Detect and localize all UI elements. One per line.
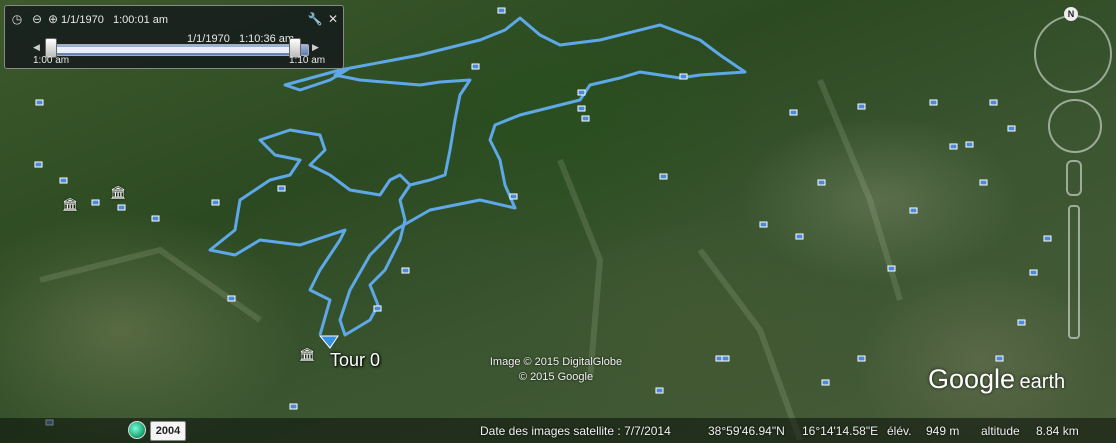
- copyright-line-1: Image © 2015 DigitalGlobe: [489, 356, 623, 368]
- poi-marker[interactable]: [471, 63, 480, 70]
- poi-marker[interactable]: [949, 143, 958, 150]
- time-slider-track[interactable]: [45, 44, 309, 56]
- poi-marker[interactable]: [817, 179, 826, 186]
- poi-marker[interactable]: [965, 141, 974, 148]
- poi-marker[interactable]: [581, 115, 590, 122]
- museum-icon[interactable]: 🏛: [62, 197, 79, 213]
- time-slider-panel: ◷ ⊖ ⊕ 1/1/1970 1:00:01 am 🔧 ✕ 1/1/1970 1…: [4, 5, 344, 69]
- poi-marker[interactable]: [995, 355, 1004, 362]
- poi-marker[interactable]: [91, 199, 100, 206]
- poi-marker[interactable]: [929, 99, 938, 106]
- poi-marker[interactable]: [659, 173, 668, 180]
- poi-marker[interactable]: [1029, 269, 1038, 276]
- poi-marker[interactable]: [909, 207, 918, 214]
- poi-marker[interactable]: [277, 185, 286, 192]
- poi-marker[interactable]: [117, 204, 126, 211]
- poi-marker[interactable]: [655, 387, 664, 394]
- poi-marker[interactable]: [35, 99, 44, 106]
- elevation-label: élév.: [887, 424, 912, 438]
- zoom-in-icon[interactable]: ⊕: [45, 11, 61, 27]
- poi-marker[interactable]: [373, 305, 382, 312]
- range-start-label: 1:00 am: [33, 55, 70, 66]
- tour-marker-icon[interactable]: [318, 335, 339, 349]
- range-end-label: 1:10 am: [289, 55, 326, 66]
- time-start-display: 1/1/1970 1:00:01 am: [61, 14, 168, 26]
- time-slider-fill: [54, 47, 300, 53]
- poi-marker[interactable]: [1043, 235, 1052, 242]
- north-indicator[interactable]: N: [1064, 7, 1078, 21]
- poi-marker[interactable]: [211, 199, 220, 206]
- poi-marker[interactable]: [679, 73, 688, 80]
- zoom-out-icon[interactable]: ⊖: [29, 11, 45, 27]
- terrain-ridges: [39, 78, 903, 442]
- poi-marker[interactable]: [34, 161, 43, 168]
- copyright-line-2: © 2015 Google: [518, 371, 594, 383]
- google-earth-logo: Google earth: [928, 364, 1065, 395]
- poi-marker[interactable]: [577, 89, 586, 96]
- clock-icon[interactable]: ◷: [9, 11, 25, 27]
- start-date: 1/1/1970: [61, 14, 104, 26]
- museum-icon[interactable]: 🏛: [299, 347, 316, 363]
- poi-marker[interactable]: [989, 99, 998, 106]
- imagery-copyright: Image © 2015 DigitalGlobe © 2015 Google: [466, 355, 646, 385]
- poi-marker[interactable]: [789, 109, 798, 116]
- poi-marker[interactable]: [59, 177, 68, 184]
- poi-marker[interactable]: [1017, 319, 1026, 326]
- latitude-readout: 38°59'46.94"N: [708, 424, 785, 438]
- elevation-value: 949 m: [926, 424, 960, 438]
- look-joystick[interactable]: [1034, 15, 1112, 93]
- step-back-icon[interactable]: ◀: [33, 42, 40, 53]
- museum-icon[interactable]: 🏛: [110, 185, 127, 201]
- poi-marker[interactable]: [509, 193, 518, 200]
- historical-year-badge[interactable]: 2004: [150, 421, 186, 441]
- poi-marker[interactable]: [721, 355, 730, 362]
- tour-label[interactable]: Tour 0: [330, 350, 380, 371]
- poi-marker[interactable]: [151, 215, 160, 222]
- poi-marker[interactable]: [887, 265, 896, 272]
- poi-marker[interactable]: [227, 295, 236, 302]
- poi-marker[interactable]: [857, 103, 866, 110]
- poi-marker[interactable]: [857, 355, 866, 362]
- street-view-pegman-icon[interactable]: [1066, 160, 1082, 196]
- imagery-date: Date des images satellite : 7/7/2014: [480, 424, 671, 438]
- altitude-label: altitude: [981, 424, 1020, 438]
- start-time: 1:00:01 am: [113, 14, 169, 26]
- zoom-slider[interactable]: [1068, 205, 1080, 339]
- longitude-readout: 16°14'14.58"E: [802, 424, 879, 438]
- poi-marker[interactable]: [401, 267, 410, 274]
- historical-imagery-icon[interactable]: [128, 421, 146, 439]
- step-forward-icon[interactable]: ▶: [312, 42, 319, 53]
- poi-marker[interactable]: [289, 403, 298, 410]
- close-icon[interactable]: ✕: [325, 11, 341, 27]
- poi-marker[interactable]: [577, 105, 586, 112]
- poi-marker[interactable]: [821, 379, 830, 386]
- poi-marker[interactable]: [1007, 125, 1016, 132]
- altitude-value: 8.84 km: [1036, 424, 1079, 438]
- wrench-icon[interactable]: 🔧: [307, 11, 323, 27]
- poi-marker[interactable]: [979, 179, 988, 186]
- poi-marker[interactable]: [795, 233, 804, 240]
- move-joystick[interactable]: [1048, 99, 1102, 153]
- poi-marker[interactable]: [497, 7, 506, 14]
- logo-google-text: Google: [928, 364, 1016, 394]
- logo-earth-text: earth: [1019, 371, 1066, 393]
- poi-marker[interactable]: [759, 221, 768, 228]
